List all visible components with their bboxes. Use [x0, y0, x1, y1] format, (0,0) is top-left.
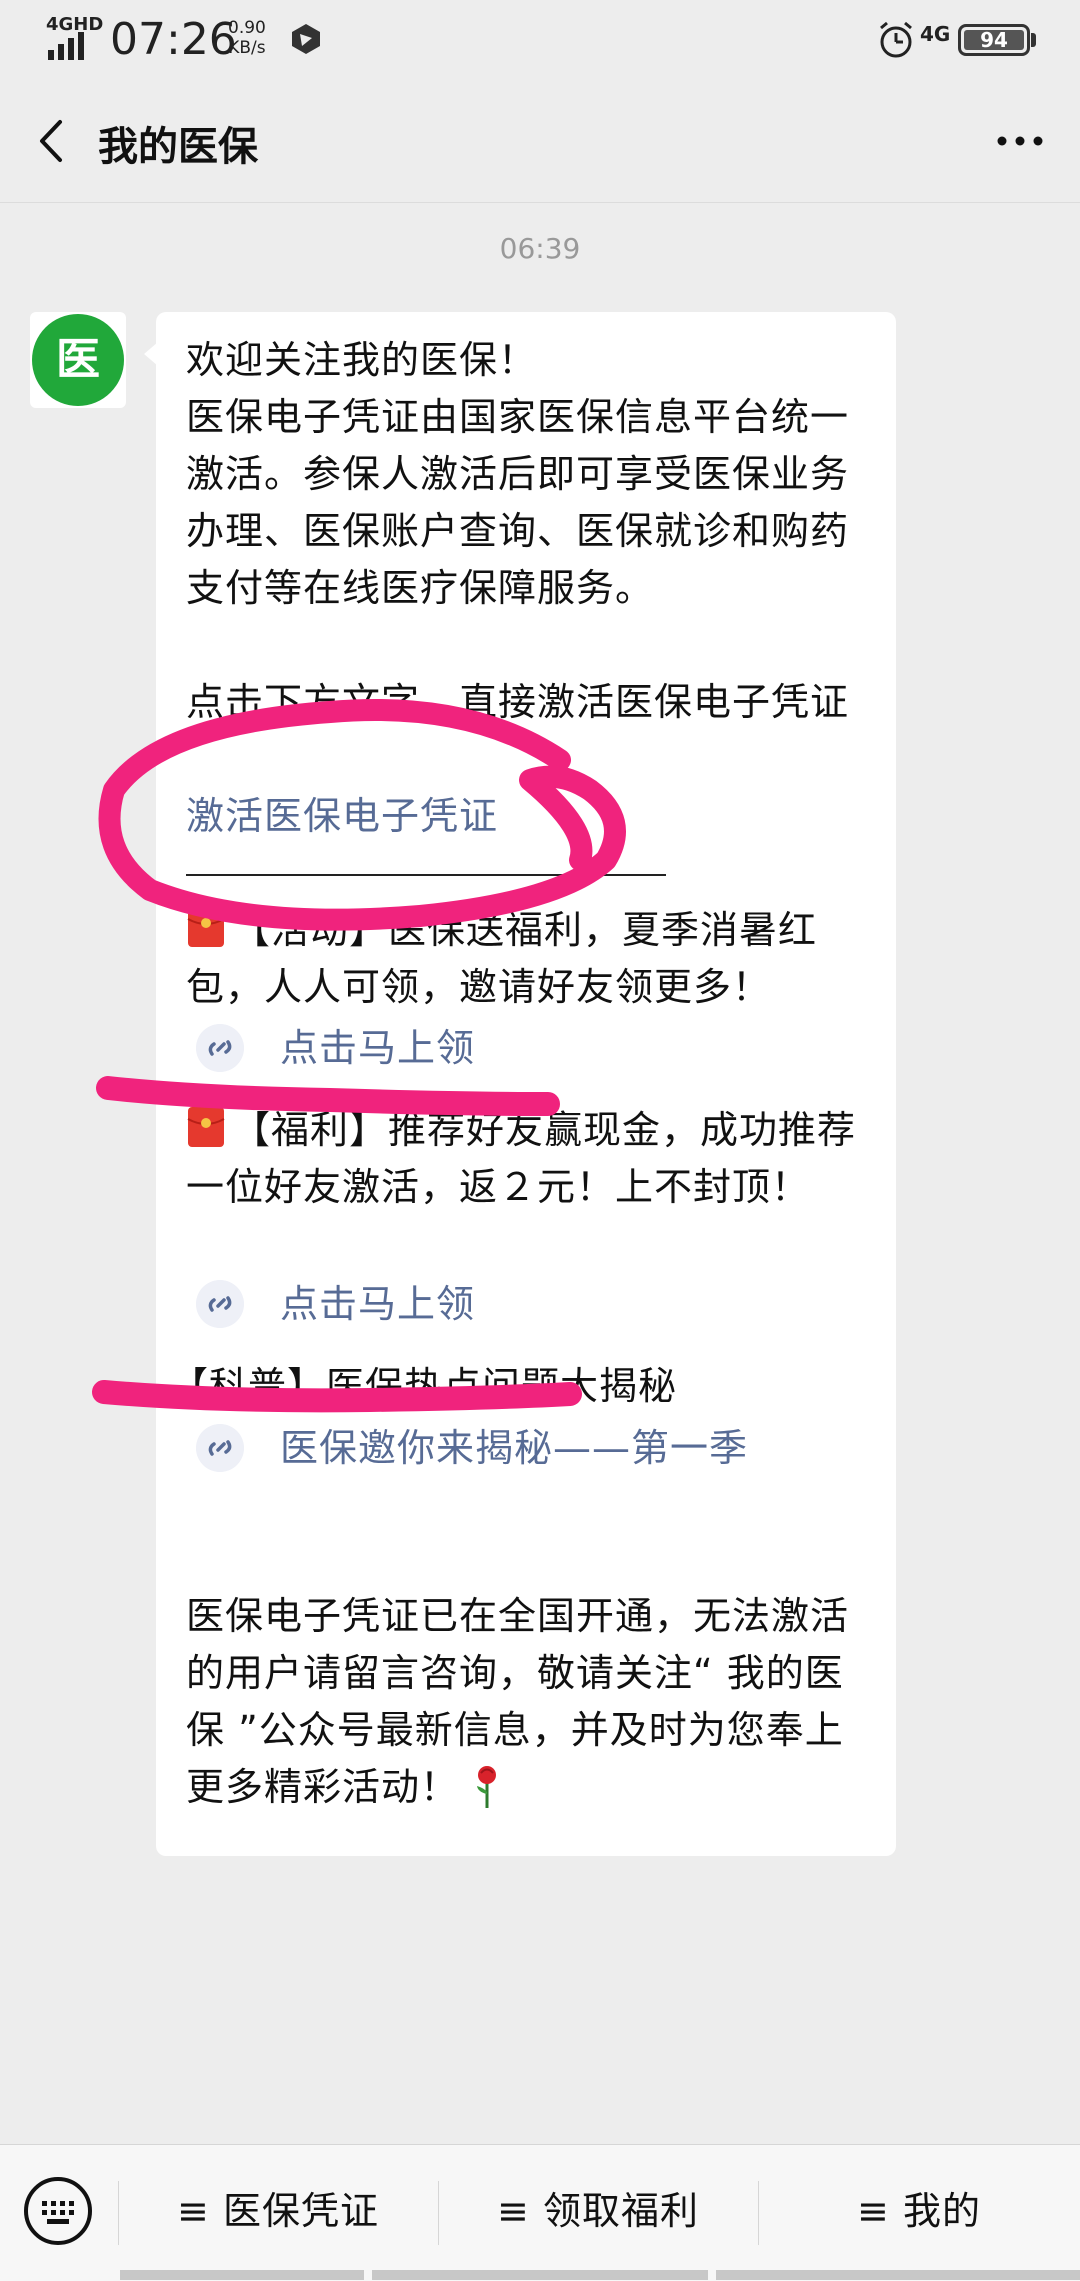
science-link-label: 医保邀你来揭秘——第一季: [280, 1426, 749, 1470]
mini-program-icon: [196, 1424, 244, 1472]
page-title: 我的医保: [98, 124, 258, 170]
back-arrow-icon[interactable]: [24, 108, 80, 174]
activity-mini-program-link[interactable]: 点击马上领: [196, 1018, 836, 1078]
speed-unit: KB/s: [228, 38, 266, 58]
mini-program-icon: [196, 1280, 244, 1328]
welfare-message: 【福利】推荐好友赢现金，成功推荐一位好友激活，返２元！上不封顶！: [186, 1102, 858, 1216]
chat-header: 我的医保: [0, 80, 1080, 203]
menu-item-voucher[interactable]: ≡ 医保凭证: [118, 2171, 438, 2251]
closing-text: 医保电子凭证已在全国开通，无法激活的用户请留言咨询，敬请关注“ 我的医保 ”公众…: [186, 1594, 850, 1809]
more-options-icon[interactable]: [990, 116, 1050, 166]
signal-icon: [48, 32, 84, 60]
intro-text: 医保电子凭证由国家医保信息平台统一激活。参保人激活后即可享受医保业务办理、医保账…: [186, 395, 850, 610]
network-speed: 0.90 KB/s: [228, 18, 266, 58]
click-hint-text: 点击下方文字，直接激活医保电子凭证: [186, 680, 850, 724]
status-bar: 4GHD 07:26 0.90 KB/s 4G 94: [0, 0, 1080, 80]
bottom-menu-bar: ≡ 医保凭证 ≡ 领取福利 ≡ 我的: [0, 2144, 1080, 2281]
activity-message: 【活动】医保送福利，夏季消暑红包，人人可领，邀请好友领更多！: [186, 902, 858, 1016]
gesture-bar: [372, 2270, 708, 2280]
activity-link-label: 点击马上领: [280, 1026, 476, 1070]
activate-voucher-link[interactable]: 激活医保电子凭证: [186, 788, 858, 845]
rose-icon: [477, 1766, 497, 1808]
keyboard-icon[interactable]: [22, 2175, 94, 2247]
mobile-data-indicator: 4G: [920, 22, 951, 46]
battery-icon: 94: [958, 24, 1030, 56]
closing-message: 医保电子凭证已在全国开通，无法激活的用户请留言咨询，敬请关注“ 我的医保 ”公众…: [186, 1588, 858, 1816]
avatar[interactable]: 医: [30, 312, 126, 408]
menu-item-welfare[interactable]: ≡ 领取福利: [438, 2171, 758, 2251]
avatar-logo: 医: [32, 314, 124, 406]
battery-cap: [1031, 33, 1036, 47]
science-mini-program-link[interactable]: 医保邀你来揭秘——第一季: [196, 1418, 836, 1478]
welfare-link-label: 点击马上领: [280, 1282, 476, 1326]
activity-text: 【活动】医保送福利，夏季消暑红包，人人可领，邀请好友领更多！: [186, 908, 818, 1009]
science-text: 【科普】医保热点问题大揭秘: [170, 1364, 678, 1408]
divider: [186, 874, 666, 876]
welfare-text: 【福利】推荐好友赢现金，成功推荐一位好友激活，返２元！上不封顶！: [186, 1108, 857, 1209]
message-bubble: 欢迎关注我的医保！ 医保电子凭证由国家医保信息平台统一激活。参保人激活后即可享受…: [156, 312, 896, 1856]
speed-value: 0.90: [228, 18, 266, 38]
red-packet-icon: [187, 907, 225, 947]
alarm-icon: [880, 21, 912, 58]
message-timestamp: 06:39: [499, 232, 581, 265]
menu-item-mine[interactable]: ≡ 我的: [758, 2171, 1080, 2251]
clock: 07:26: [110, 14, 237, 65]
welcome-text: 欢迎关注我的医保！: [186, 338, 538, 382]
gesture-bar: [716, 2270, 1080, 2280]
red-packet-icon: [187, 1107, 225, 1147]
welfare-mini-program-link[interactable]: 点击马上领: [196, 1274, 836, 1334]
mini-program-icon: [196, 1024, 244, 1072]
app-notification-icon: [292, 24, 320, 54]
gesture-bar: [120, 2270, 364, 2280]
battery-level: 94: [980, 28, 1008, 52]
